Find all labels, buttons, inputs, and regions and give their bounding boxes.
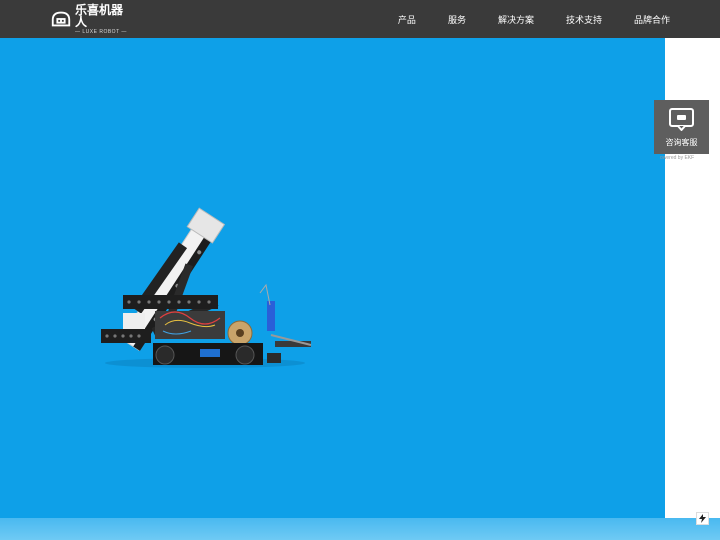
nav-item-solutions[interactable]: 解决方案 <box>498 13 534 26</box>
nav-item-products[interactable]: 产品 <box>398 13 416 26</box>
logo-name: 乐喜机器人 <box>75 2 124 29</box>
powered-by-text: owered by EKF <box>660 155 695 161</box>
lightning-icon <box>699 514 706 523</box>
top-navbar: 乐喜机器人 — LUXE ROBOT — 产品 服务 解决方案 技术支持 品牌合… <box>0 0 720 38</box>
logo-tagline: — LUXE ROBOT — <box>75 28 127 35</box>
lightning-button[interactable] <box>696 512 709 525</box>
site-logo[interactable]: 乐喜机器人 — LUXE ROBOT — <box>50 4 130 34</box>
chat-bubble-icon <box>669 108 694 131</box>
nav-item-tech-support[interactable]: 技术支持 <box>566 13 602 26</box>
hero-banner <box>0 38 665 518</box>
nav-item-services[interactable]: 服务 <box>448 13 466 26</box>
robot-kit-illustration <box>101 207 312 368</box>
customer-service-button[interactable]: 咨询客服 <box>654 100 709 154</box>
bottom-strip <box>0 518 720 540</box>
robot-logo-icon <box>51 11 71 27</box>
nav-item-brand-partnership[interactable]: 品牌合作 <box>634 13 670 26</box>
customer-service-label: 咨询客服 <box>665 138 698 147</box>
nav-menu: 产品 服务 解决方案 技术支持 品牌合作 <box>366 0 670 38</box>
